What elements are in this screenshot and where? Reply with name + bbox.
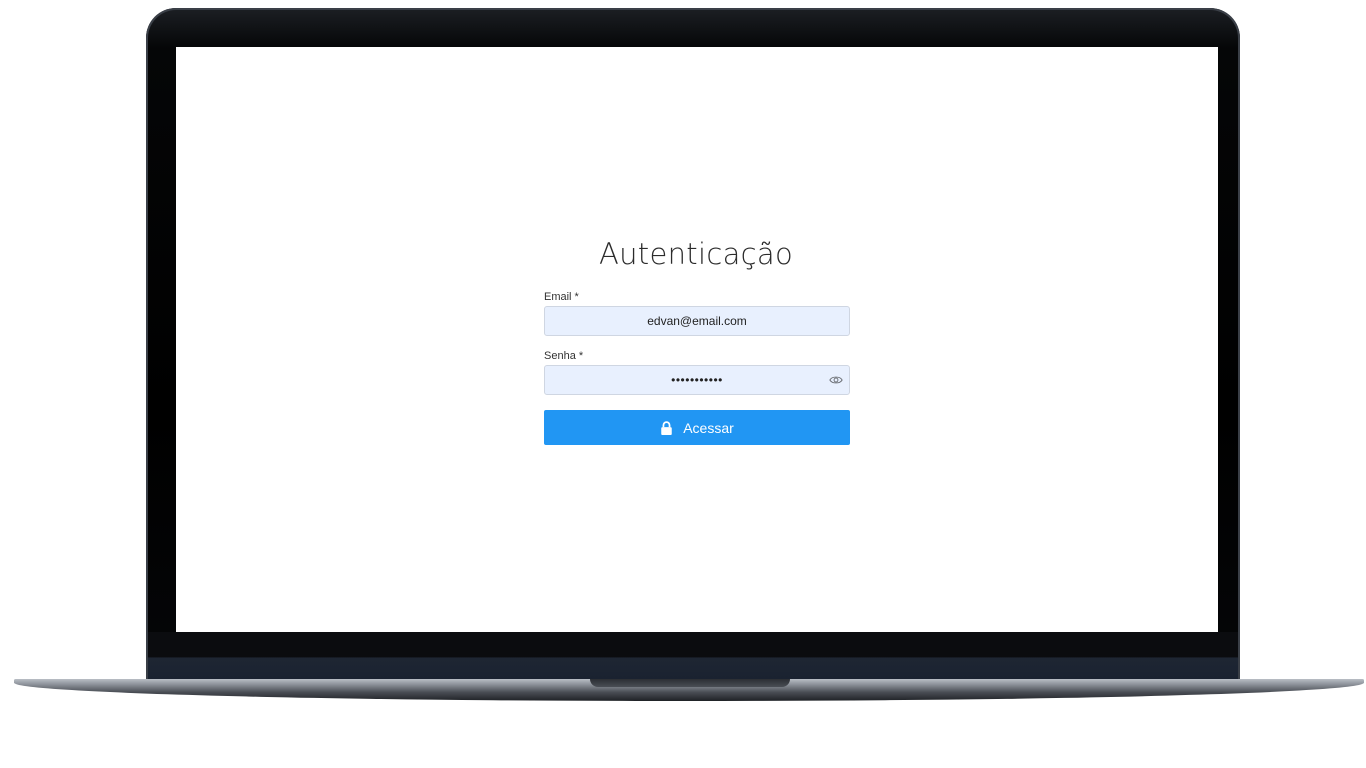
laptop-chin [148,632,1238,680]
laptop-notch [590,679,790,687]
email-label: Email * [544,291,579,303]
password-field[interactable]: ••••••••••• [544,365,850,395]
password-value: ••••••••••• [671,373,723,387]
eye-icon[interactable] [829,374,843,386]
page-title: Autenticação [598,237,793,271]
email-value: edvan@email.com [647,314,747,328]
login-form: Autenticação Email * edvan@email.com Sen… [544,233,850,445]
screen: Autenticação Email * edvan@email.com Sen… [176,47,1218,632]
email-field[interactable]: edvan@email.com [544,306,850,336]
password-label: Senha * [544,350,584,362]
lock-icon [661,420,672,435]
laptop-mockup: Autenticação Email * edvan@email.com Sen… [0,0,1366,768]
submit-label: Acessar [683,419,734,436]
submit-button[interactable]: Acessar [544,410,850,445]
